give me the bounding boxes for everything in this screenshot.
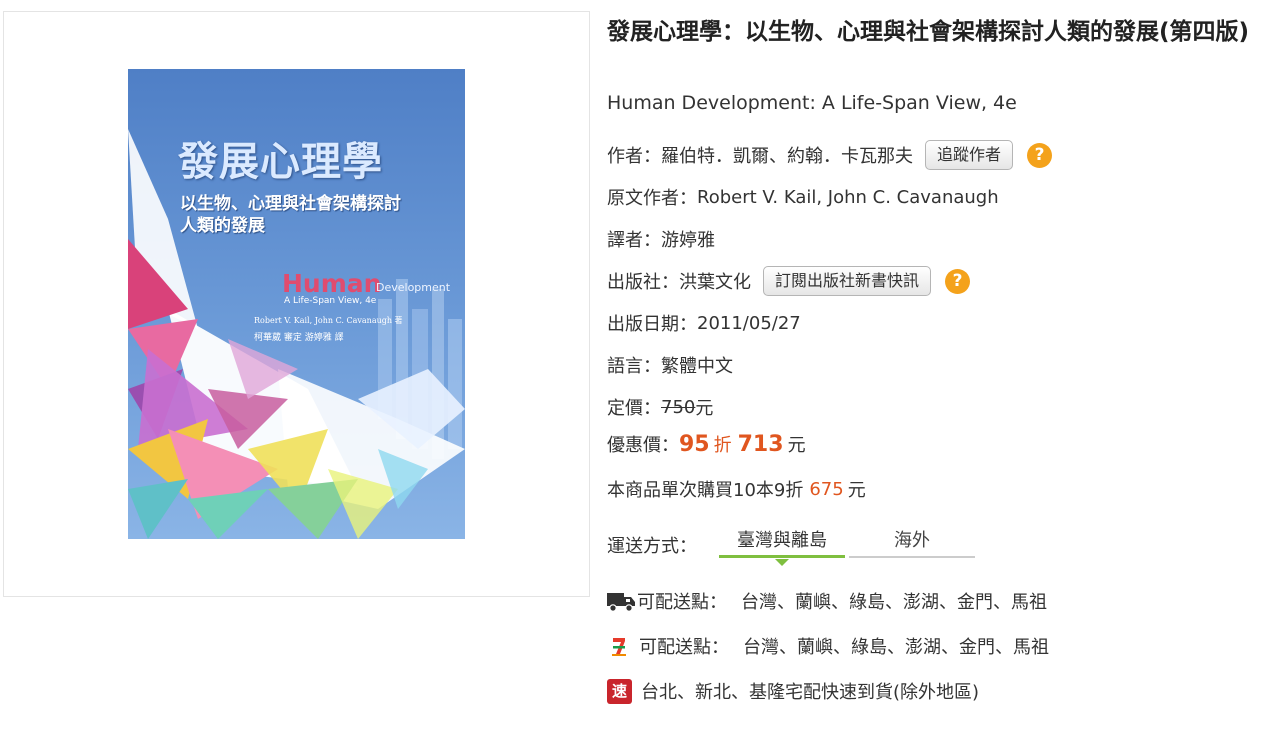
bulk-discount-row: 本商品單次購買10本9折 675 元 — [607, 476, 866, 502]
express-delivery-text: 台北、新北、基隆宅配快速到貨(除外地區) — [641, 682, 980, 703]
original-author-label: 原文作者： — [607, 188, 697, 209]
bulk-discount-text: 本商品單次購買10本9折 — [607, 480, 804, 501]
cover-title-zh: 發展心理學 — [178, 138, 383, 185]
store-pickup-row: 可配送點： 台灣、蘭嶼、綠島、澎湖、金門、馬祖 — [607, 633, 1049, 659]
list-price-unit: 元 — [695, 398, 714, 419]
active-tab-indicator — [775, 559, 789, 566]
shipping-label: 運送方式： — [607, 536, 697, 557]
discount-value: 95 — [679, 431, 710, 457]
author-label: 作者： — [607, 146, 661, 167]
list-price-value: 750 — [661, 396, 696, 418]
tab-overseas[interactable]: 海外 — [849, 526, 975, 558]
book-title: 發展心理學：以生物、心理與社會架構探討人類的發展(第四版) — [607, 19, 1250, 45]
discount-unit: 折 — [713, 435, 732, 456]
home-delivery-places: 台灣、蘭嶼、綠島、澎湖、金門、馬祖 — [741, 592, 1047, 613]
cover-translators: 柯華葳 審定 游婷雅 譯 — [254, 333, 344, 343]
pub-date-row: 出版日期： 2011/05/27 — [607, 310, 801, 336]
pub-date-label: 出版日期： — [607, 314, 697, 335]
seven-eleven-icon — [610, 636, 628, 656]
cover-title-en-light: Development — [376, 281, 451, 294]
follow-author-button[interactable]: 追蹤作者 — [925, 140, 1014, 170]
sale-price-label: 優惠價： — [607, 435, 679, 456]
bulk-discount-price: 675 — [809, 478, 844, 500]
publisher-row: 出版社： 洪葉文化 訂閱出版社新書快訊 ? — [607, 266, 971, 296]
truck-icon — [607, 593, 635, 612]
sale-price-row: 優惠價： 95 折 713 元 — [607, 431, 806, 457]
translator-value[interactable]: 游婷雅 — [661, 226, 715, 252]
book-cover-frame: 發展心理學 以生物、心理與社會架構探討人類的發展 Human Developme… — [3, 11, 590, 597]
publisher-value[interactable]: 洪葉文化 — [679, 268, 751, 294]
cover-authors: Robert V. Kail, John C. Cavanaugh 著 — [254, 316, 403, 325]
book-subtitle: Human Development: A Life-Span View, 4e — [607, 92, 1017, 114]
original-author-value[interactable]: Robert V. Kail, John C. Cavanaugh — [697, 187, 999, 208]
store-pickup-label: 可配送點： — [639, 637, 729, 658]
list-price-row: 定價： 750 元 — [607, 394, 713, 420]
sale-price-value: 713 — [737, 431, 784, 457]
tab-taiwan-islands[interactable]: 臺灣與離島 — [719, 526, 845, 558]
language-value: 繁體中文 — [661, 356, 733, 377]
language-row: 語言： 繁體中文 — [607, 352, 733, 378]
sale-price-unit: 元 — [787, 435, 806, 456]
language-label: 語言： — [607, 356, 661, 377]
author-row: 作者： 羅伯特．凱爾、約翰．卡瓦那夫 追蹤作者 ? — [607, 140, 1053, 170]
author-value[interactable]: 羅伯特．凱爾、約翰．卡瓦那夫 — [661, 142, 913, 168]
list-price-label: 定價： — [607, 398, 661, 419]
original-author-row: 原文作者： Robert V. Kail, John C. Cavanaugh — [607, 184, 999, 210]
express-delivery-row: 速 台北、新北、基隆宅配快速到貨(除外地區) — [607, 678, 979, 704]
bulk-discount-unit: 元 — [847, 480, 866, 501]
publisher-label: 出版社： — [607, 272, 679, 293]
book-cover-image[interactable]: 發展心理學 以生物、心理與社會架構探討人類的發展 Human Developme… — [128, 69, 465, 539]
subscribe-publisher-button[interactable]: 訂閱出版社新書快訊 — [763, 266, 932, 296]
cover-edition: A Life-Span View, 4e — [284, 296, 377, 306]
translator-label: 譯者： — [607, 230, 661, 251]
home-delivery-row: 可配送點： 台灣、蘭嶼、綠島、澎湖、金門、馬祖 — [607, 588, 1047, 614]
express-badge-icon: 速 — [607, 678, 632, 704]
cover-subtitle-zh: 以生物、心理與社會架構探討人類的發展 — [180, 194, 401, 236]
home-delivery-label: 可配送點： — [637, 592, 727, 613]
pub-date-value: 2011/05/27 — [697, 312, 801, 334]
help-icon[interactable]: ? — [1027, 142, 1053, 168]
translator-row: 譯者： 游婷雅 — [607, 226, 715, 252]
store-pickup-places: 台灣、蘭嶼、綠島、澎湖、金門、馬祖 — [743, 637, 1049, 658]
help-icon[interactable]: ? — [945, 268, 971, 294]
cover-title-en-bold: Human — [282, 269, 382, 298]
